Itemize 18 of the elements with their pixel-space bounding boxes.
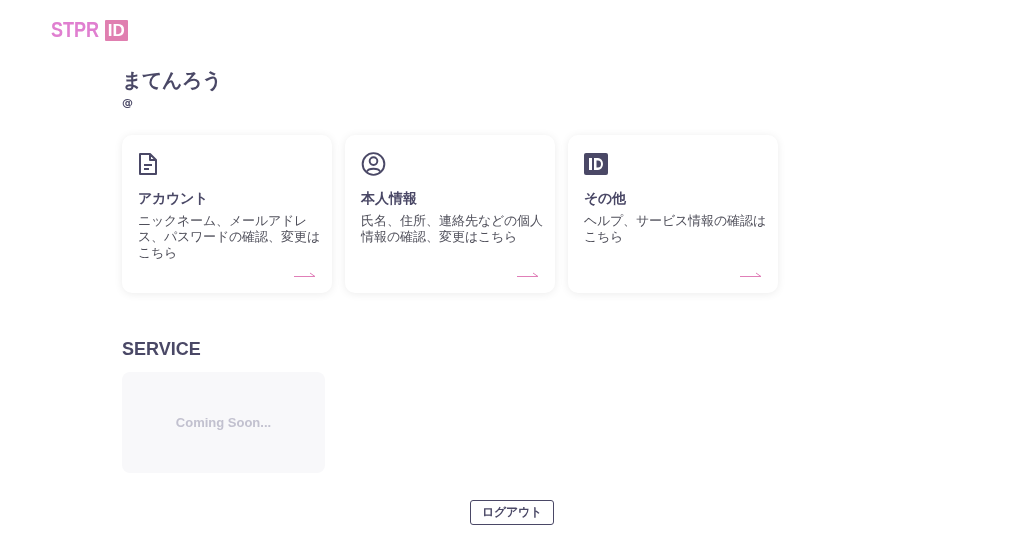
menu-card[interactable]: 本人情報 氏名、住所、連絡先などの個人情報の確認、変更はこちら [345, 135, 555, 293]
card-title: アカウント [138, 190, 209, 208]
section-heading: SERVICE [122, 338, 201, 360]
logo-text: STPR [51, 17, 100, 43]
user-handle: @ [122, 96, 134, 109]
logout-button[interactable]: ログアウト [470, 500, 554, 525]
id-card-icon [584, 152, 608, 176]
card-title: その他 [584, 190, 627, 208]
menu-card[interactable]: アカウント ニックネーム、メールアドレス、パスワードの確認、変更はこちら [122, 135, 332, 293]
card-description: 氏名、住所、連絡先などの個人情報の確認、変更はこちら [361, 213, 544, 245]
card-description: ニックネーム、メールアドレス、パスワードの確認、変更はこちら [138, 213, 321, 261]
user-name: まてんろう [122, 67, 223, 94]
menu-card[interactable]: その他 ヘルプ、サービス情報の確認はこちら [568, 135, 778, 293]
card-description: ヘルプ、サービス情報の確認はこちら [584, 213, 767, 245]
document-icon [138, 152, 158, 176]
user-icon [361, 152, 386, 176]
logo-badge: ID [104, 19, 128, 41]
card-title: 本人情報 [361, 190, 418, 208]
